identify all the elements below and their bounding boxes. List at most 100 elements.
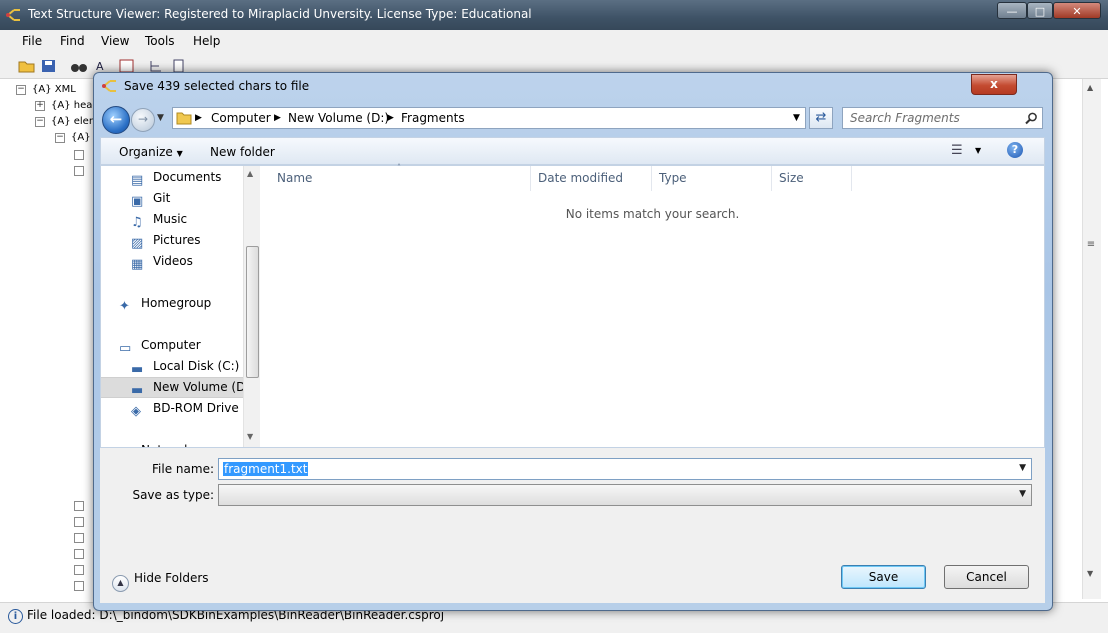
nav-item-label: Documents (153, 170, 222, 184)
expand-icon[interactable] (74, 501, 84, 511)
videos-icon: ▦ (131, 257, 144, 272)
drive-icon: ▬ (131, 383, 144, 398)
pictures-icon: ▨ (131, 236, 144, 251)
save-as-type-dropdown-icon[interactable]: ▼ (1019, 489, 1026, 499)
dialog-close-button[interactable]: x (971, 74, 1017, 95)
hide-folders-label: Hide Folders (134, 571, 209, 585)
breadcrumb-arrow-icon[interactable]: ▶ (274, 113, 281, 123)
expand-icon[interactable] (74, 166, 84, 176)
nav-item-network[interactable]: ◎Network (101, 440, 243, 447)
tree-node-head[interactable]: + {A} head (35, 100, 99, 111)
collapse-icon[interactable]: − (55, 133, 65, 143)
main-vertical-scrollbar[interactable]: ▲ ≡ ▼ (1082, 79, 1101, 599)
documents-icon: ▤ (131, 173, 144, 188)
column-type[interactable]: Type (652, 166, 772, 191)
view-dropdown-icon[interactable]: ▼ (975, 146, 981, 155)
tree-node-t[interactable]: − {A} t (55, 132, 98, 143)
column-name[interactable]: Name (261, 166, 531, 191)
collapse-icon[interactable]: − (35, 117, 45, 127)
menu-tools[interactable]: Tools (145, 34, 175, 48)
expand-icon[interactable] (74, 533, 84, 543)
nav-item-bd-rom-drive-f[interactable]: ◈ BD-ROM Drive (F (101, 398, 243, 419)
expand-icon[interactable]: + (35, 101, 45, 111)
menu-view[interactable]: View (101, 34, 129, 48)
breadcrumb-computer[interactable]: Computer (211, 111, 271, 125)
column-size[interactable]: Size (772, 166, 852, 191)
nav-item-pictures[interactable]: ▨ Pictures (101, 230, 243, 251)
sort-ascending-icon: ˄ (397, 163, 401, 172)
scroll-down-icon[interactable]: ▼ (247, 432, 253, 441)
expand-icon[interactable] (74, 549, 84, 559)
nav-scroll-thumb[interactable] (246, 246, 259, 378)
find-binoculars-icon[interactable] (70, 58, 88, 74)
nav-item-computer[interactable]: ▭ Computer (101, 335, 243, 356)
maximize-button[interactable]: □ (1027, 2, 1053, 19)
save-button[interactable]: Save (841, 565, 926, 589)
open-folder-icon[interactable] (18, 58, 36, 74)
menu-file[interactable]: File (22, 34, 42, 48)
minimize-button[interactable]: — (997, 2, 1027, 19)
refresh-button[interactable]: ⇄ (809, 107, 833, 129)
breadcrumb-arrow-icon[interactable]: ▶ (195, 113, 202, 123)
git-library-icon: ▣ (131, 194, 144, 209)
collapse-icon[interactable]: − (16, 85, 26, 95)
nav-item-documents[interactable]: ▤ Documents (101, 167, 243, 188)
menu-help[interactable]: Help (193, 34, 220, 48)
address-bar[interactable]: ▶ Computer ▶ New Volume (D:) ▶ Fragments… (172, 107, 806, 129)
search-input[interactable]: Search Fragments (850, 111, 960, 125)
scroll-up-icon[interactable]: ▲ (247, 169, 253, 178)
nav-item-label: Network (141, 443, 191, 447)
nav-item-homegroup[interactable]: ✦ Homegroup (101, 293, 243, 314)
empty-message: No items match your search. (565, 207, 740, 221)
back-button[interactable]: ← (102, 106, 130, 134)
help-icon[interactable]: ? (1007, 142, 1023, 158)
cancel-button[interactable]: Cancel (944, 565, 1029, 589)
nav-item-label: Pictures (153, 233, 201, 247)
expand-icon[interactable] (74, 517, 84, 527)
nav-item-videos[interactable]: ▦ Videos (101, 251, 243, 272)
file-list[interactable]: Name ˄ Date modified Type Size No items … (261, 163, 1044, 447)
breadcrumb-fragments[interactable]: Fragments (401, 111, 465, 125)
main-title-bar: Text Structure Viewer: Registered to Mir… (0, 0, 1108, 30)
organize-button[interactable]: Organize ▼ (119, 145, 183, 159)
scroll-down-icon[interactable]: ▼ (1087, 569, 1093, 578)
hide-folders-button[interactable]: ▲ Hide Folders (112, 571, 209, 592)
breadcrumb-arrow-icon[interactable]: ▶ (387, 113, 394, 123)
dialog-app-icon (102, 80, 116, 92)
recent-locations-dropdown[interactable]: ▼ (157, 113, 164, 123)
nav-item-label: Local Disk (C:) (153, 359, 240, 373)
new-folder-button[interactable]: New folder (210, 145, 275, 159)
organize-label: Organize (119, 145, 173, 159)
nav-item-new-volume-d[interactable]: ▬ New Volume (D:) (101, 377, 243, 398)
nav-item-local-disk-c[interactable]: ▬ Local Disk (C:) (101, 356, 243, 377)
nav-item-git[interactable]: ▣ Git (101, 188, 243, 209)
chevron-up-icon: ▲ (112, 575, 129, 592)
nav-item-label: Videos (153, 254, 193, 268)
address-dropdown-icon[interactable]: ▼ (793, 113, 800, 123)
breadcrumb-new-volume[interactable]: New Volume (D:) (288, 111, 389, 125)
main-close-button[interactable]: ✕ (1053, 2, 1101, 19)
expand-icon[interactable] (74, 581, 84, 591)
menu-find[interactable]: Find (60, 34, 85, 48)
file-name-field[interactable]: fragment1.txt ▼ (218, 458, 1032, 480)
search-box[interactable]: Search Fragments (842, 107, 1043, 129)
scroll-grip-icon[interactable]: ≡ (1085, 239, 1097, 253)
tree-node-xml[interactable]: − {A} XML (16, 84, 76, 95)
search-icon[interactable] (1025, 112, 1038, 125)
nav-item-label: Homegroup (141, 296, 212, 310)
save-as-type-select[interactable]: ▼ (218, 484, 1032, 506)
tree-node-elem[interactable]: − {A} elem (35, 116, 99, 127)
command-bar: Organize ▼ New folder ☰ ▼ ? (100, 137, 1045, 165)
view-options-icon[interactable]: ☰ (951, 143, 963, 158)
expand-icon[interactable] (74, 565, 84, 575)
expand-icon[interactable] (74, 150, 84, 160)
forward-button[interactable]: → (131, 108, 155, 132)
structure-tree: − {A} XML + {A} head − {A} elem − {A} t (0, 79, 99, 599)
column-date-modified[interactable]: Date modified (531, 166, 652, 191)
nav-item-music[interactable]: ♫ Music (101, 209, 243, 230)
save-as-type-label: Save as type: (132, 488, 214, 502)
scroll-up-icon[interactable]: ▲ (1087, 83, 1093, 92)
file-name-dropdown-icon[interactable]: ▼ (1019, 463, 1026, 473)
save-disk-icon[interactable] (40, 58, 58, 74)
nav-pane-scrollbar[interactable]: ▲ ▼ (243, 166, 260, 447)
